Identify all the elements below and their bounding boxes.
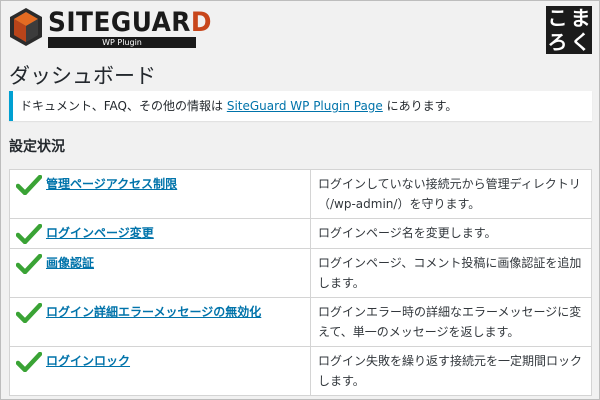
feature-description: ログインエラー時の詳細なエラーメッセージに変えて、単一のメッセージを返します。: [310, 297, 592, 347]
komaroku-char: ろ: [547, 30, 568, 54]
check-icon: [16, 175, 42, 195]
info-notice: ドキュメント、FAQ、その他の情報は SiteGuard WP Plugin P…: [9, 91, 592, 121]
logo-wordmark: SITEGUARD: [48, 8, 212, 38]
check-icon: [16, 352, 42, 372]
table-row: 管理ページアクセス制限 ログインしていない接続元から管理ディレクトリ（/wp-a…: [9, 169, 592, 219]
komaroku-char: こ: [547, 6, 568, 30]
logo-main: SITEGUAR: [48, 7, 191, 38]
logo-accent: D: [190, 7, 212, 38]
feature-link-admin-filter[interactable]: 管理ページアクセス制限: [46, 174, 177, 194]
check-icon: [16, 224, 42, 244]
siteguard-logo: SITEGUARD WP Plugin: [8, 6, 212, 50]
feature-description: ログインページ名を変更します。: [310, 218, 592, 249]
feature-link-disable-error-detail[interactable]: ログイン詳細エラーメッセージの無効化: [46, 302, 261, 322]
komaroku-char: く: [570, 30, 591, 54]
header: SITEGUARD WP Plugin こ ま ろ く: [8, 6, 592, 54]
check-icon: [16, 303, 42, 323]
plugin-page-link[interactable]: SiteGuard WP Plugin Page: [227, 99, 383, 113]
komaroku-logo: こ ま ろ く: [546, 6, 592, 54]
logo-subtitle: WP Plugin: [48, 37, 196, 48]
feature-description: ログインページ、コメント投稿に画像認証を追加します。: [310, 248, 592, 298]
check-icon: [16, 254, 42, 274]
page-title: ダッシュボード: [9, 64, 156, 88]
feature-link-captcha[interactable]: 画像認証: [46, 253, 94, 273]
feature-description: ログイン失敗を繰り返す接続元を一定期間ロックします。: [310, 346, 592, 396]
notice-text-after: にあります。: [382, 99, 458, 113]
table-row: 画像認証 ログインページ、コメント投稿に画像認証を追加します。: [9, 248, 592, 298]
feature-cell: 画像認証: [9, 248, 311, 298]
table-row: ログインロック ログイン失敗を繰り返す接続元を一定期間ロックします。: [9, 346, 592, 396]
settings-status-table: 管理ページアクセス制限 ログインしていない接続元から管理ディレクトリ（/wp-a…: [9, 169, 592, 396]
table-row: ログインページ変更 ログインページ名を変更します。: [9, 218, 592, 249]
feature-description: ログインしていない接続元から管理ディレクトリ（/wp-admin/）を守ります。: [310, 169, 592, 219]
feature-cell: ログイン詳細エラーメッセージの無効化: [9, 297, 311, 347]
komaroku-char: ま: [570, 6, 591, 30]
siteguard-shield-icon: [10, 8, 42, 46]
notice-text-before: ドキュメント、FAQ、その他の情報は: [20, 99, 227, 113]
section-title: 設定状況: [9, 139, 65, 155]
table-row: ログイン詳細エラーメッセージの無効化 ログインエラー時の詳細なエラーメッセージに…: [9, 297, 592, 347]
feature-cell: 管理ページアクセス制限: [9, 169, 311, 219]
feature-cell: ログインページ変更: [9, 218, 311, 249]
feature-link-login-lock[interactable]: ログインロック: [46, 351, 130, 371]
feature-link-rename-login[interactable]: ログインページ変更: [46, 223, 154, 243]
feature-cell: ログインロック: [9, 346, 311, 396]
